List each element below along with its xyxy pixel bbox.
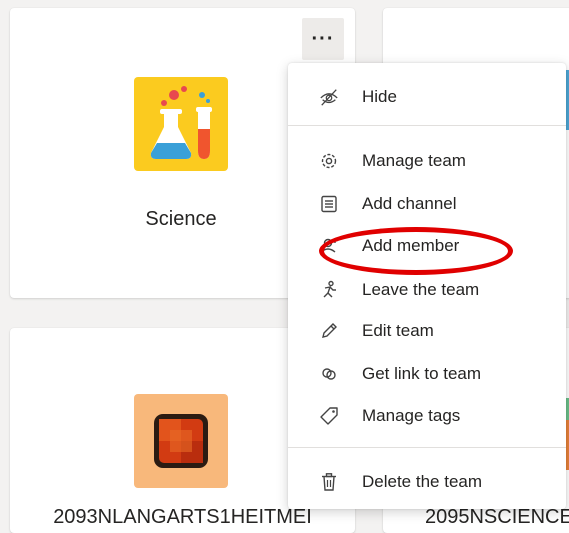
trash-icon [319,472,339,492]
orange-grid-icon [134,394,228,488]
pencil-icon [319,321,339,341]
team-options-menu: Hide Manage team Add channel Add member … [288,63,566,509]
menu-item-manage-tags[interactable]: Manage tags [288,396,566,436]
menu-divider [288,447,566,448]
menu-item-label: Add channel [362,194,457,213]
menu-divider [288,125,566,126]
menu-item-edit-team[interactable]: Edit team [288,311,566,351]
science-flask-icon [134,77,228,171]
team-name-langarts: 2093NLANGARTS1HEITMEI [53,506,312,528]
menu-item-label: Hide [362,87,397,106]
hide-eye-icon [319,87,339,107]
link-icon [319,364,339,384]
team-name-science-partial: 2095NSCIENCE [425,506,569,528]
menu-item-add-channel[interactable]: Add channel [288,184,566,224]
menu-item-label: Manage team [362,151,466,170]
menu-item-get-link[interactable]: Get link to team [288,354,566,394]
menu-item-label: Delete the team [362,472,483,491]
gear-icon [319,151,339,171]
annotation-highlight-ellipse [319,227,513,275]
leave-walking-icon [319,280,339,300]
more-options-button[interactable]: ··· [302,18,344,60]
menu-item-delete-team[interactable]: Delete the team [288,462,566,502]
menu-item-hide[interactable]: Hide [288,77,566,117]
menu-item-manage-team[interactable]: Manage team [288,141,566,181]
menu-item-leave-team[interactable]: Leave the team [288,270,566,310]
menu-item-label: Manage tags [362,406,461,425]
menu-item-label: Leave the team [362,280,480,299]
channel-icon [319,194,339,214]
tag-icon [319,406,339,426]
menu-item-label: Edit team [362,321,434,340]
menu-item-label: Get link to team [362,364,482,383]
